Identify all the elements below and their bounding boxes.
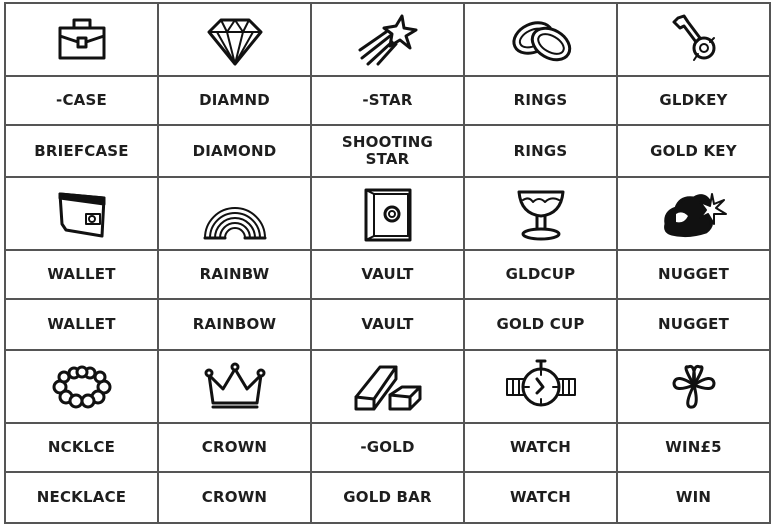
symbol-name: CROWN: [157, 471, 312, 524]
symbol-name: VAULT: [310, 298, 465, 351]
symbol-name: WALLET: [4, 298, 159, 351]
crown-icon: [204, 362, 265, 408]
symbol-code: RAINBW: [157, 249, 312, 300]
symbol-name: WATCH: [463, 471, 618, 524]
vault-icon: [364, 188, 411, 241]
symbol-name: DIAMOND: [157, 124, 312, 178]
symbol-cell-necklace: [4, 349, 159, 424]
symbol-name: RINGS: [463, 124, 618, 178]
symbol-cell-gold-cup: [463, 176, 618, 251]
symbol-name: GOLD KEY: [616, 124, 771, 178]
symbol-code: WALLET: [4, 249, 159, 300]
code-row-1: -CASE DIAMND -STAR RINGS GLDKEY: [4, 75, 771, 126]
symbol-code: DIAMND: [157, 75, 312, 126]
icon-row-2: [4, 176, 771, 251]
code-row-3: NCKLCE CROWN -GOLD WATCH WIN£5: [4, 422, 771, 473]
watch-icon: [505, 359, 576, 406]
symbol-code: -STAR: [310, 75, 465, 126]
name-row-3: NECKLACE CROWN GOLD BAR WATCH WIN: [4, 471, 771, 524]
symbol-code: NUGGET: [616, 249, 771, 300]
diamond-icon: [207, 18, 262, 65]
symbol-name: NECKLACE: [4, 471, 159, 524]
symbol-name-line: SHOOTING: [341, 133, 434, 151]
symbol-code: NCKLCE: [4, 422, 159, 473]
nugget-icon: [663, 192, 727, 237]
code-row-2: WALLET RAINBW VAULT GLDCUP NUGGET: [4, 249, 771, 300]
symbol-code: CROWN: [157, 422, 312, 473]
rainbow-icon: [203, 206, 266, 239]
symbol-cell-gold-bar: [310, 349, 465, 424]
name-row-2: WALLET RAINBOW VAULT GOLD CUP NUGGET: [4, 298, 771, 351]
symbol-code: VAULT: [310, 249, 465, 300]
symbol-cell-vault: [310, 176, 465, 251]
gold-cup-icon: [517, 190, 564, 240]
symbol-cell-shooting-star: [310, 2, 465, 77]
symbol-cell-watch: [463, 349, 618, 424]
icon-row-1: [4, 2, 771, 77]
symbol-name: WIN: [616, 471, 771, 524]
symbol-cell-briefcase: [4, 2, 159, 77]
symbol-cell-gold-key: [616, 2, 771, 77]
name-row-1: BRIEFCASE DIAMOND SHOOTING STAR RINGS GO…: [4, 124, 771, 178]
rings-icon: [511, 20, 571, 61]
symbol-code: GLDCUP: [463, 249, 618, 300]
shooting-star-icon: [358, 14, 417, 65]
symbol-cell-crown: [157, 349, 312, 424]
gold-bar-icon: [354, 365, 421, 410]
symbol-cell-diamond: [157, 2, 312, 77]
briefcase-icon: [58, 18, 105, 59]
symbol-name: BRIEFCASE: [4, 124, 159, 178]
gold-key-icon: [672, 14, 715, 61]
symbol-cell-wallet: [4, 176, 159, 251]
symbol-code: GLDKEY: [616, 75, 771, 126]
icon-row-3: [4, 349, 771, 424]
symbol-cell-nugget: [616, 176, 771, 251]
clover-icon: [672, 364, 715, 409]
symbol-name: RAINBOW: [157, 298, 312, 351]
symbol-name: NUGGET: [616, 298, 771, 351]
necklace-icon: [52, 365, 111, 408]
symbol-name: GOLD BAR: [310, 471, 465, 524]
prize-symbol-grid: -CASE DIAMND -STAR RINGS GLDKEY BRIEFCAS…: [4, 2, 771, 524]
symbol-name: GOLD CUP: [463, 298, 618, 351]
symbol-code: WIN£5: [616, 422, 771, 473]
symbol-code: WATCH: [463, 422, 618, 473]
symbol-name-line: STAR: [365, 150, 410, 168]
symbol-cell-rings: [463, 2, 618, 77]
symbol-code: RINGS: [463, 75, 618, 126]
symbol-code: -GOLD: [310, 422, 465, 473]
symbol-cell-rainbow: [157, 176, 312, 251]
symbol-name: SHOOTING STAR: [310, 124, 465, 178]
wallet-icon: [58, 192, 105, 237]
symbol-cell-clover: [616, 349, 771, 424]
symbol-code: -CASE: [4, 75, 159, 126]
